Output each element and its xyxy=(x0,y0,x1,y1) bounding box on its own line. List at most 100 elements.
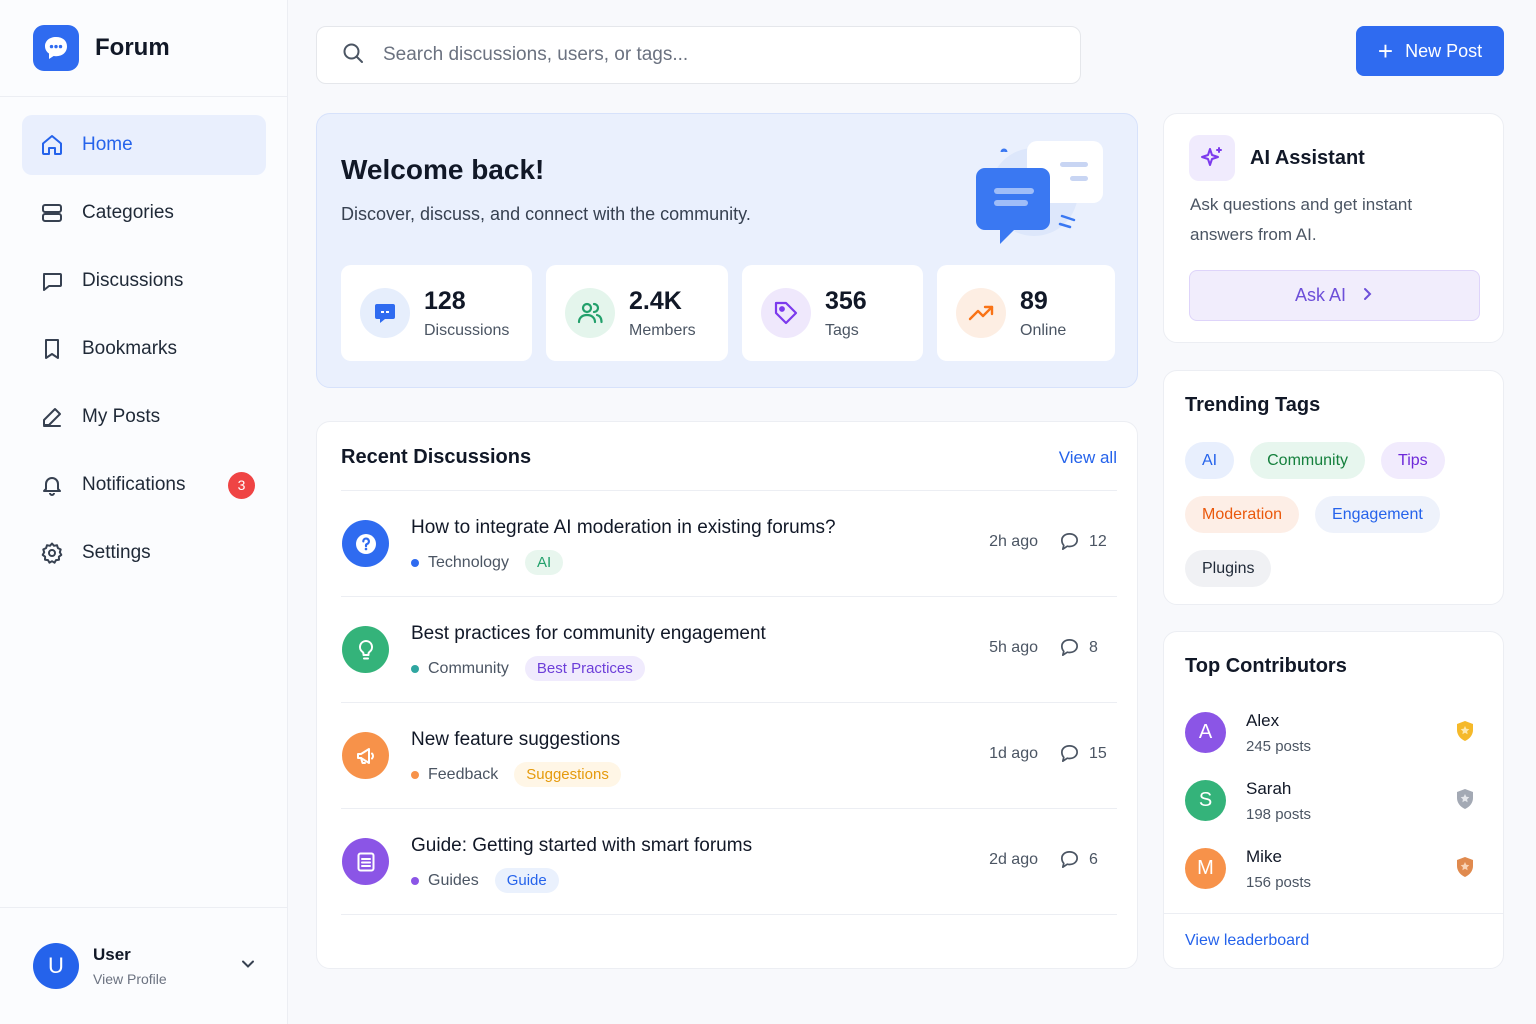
stat-card-online: 89 Online xyxy=(937,265,1115,361)
view-all-link[interactable]: View all xyxy=(1059,448,1117,468)
discussion-title[interactable]: Best practices for community engagement xyxy=(411,623,766,645)
question-icon xyxy=(342,520,389,567)
sidebar-item-settings[interactable]: Settings xyxy=(22,523,266,583)
discussion-time: 5h ago xyxy=(989,639,1038,656)
contributor-list: A Alex 245 posts S Sarah 198 posts M Mik… xyxy=(1185,708,1485,912)
discussion-row[interactable]: New feature suggestions Feedback Suggest… xyxy=(341,703,1117,809)
view-profile-link[interactable]: View Profile xyxy=(93,971,167,987)
search-input[interactable] xyxy=(383,44,1033,66)
sidebar-item-bookmarks[interactable]: Bookmarks xyxy=(22,319,266,379)
discussion-meta: Feedback Suggestions xyxy=(411,762,621,787)
discussion-title[interactable]: Guide: Getting started with smart forums xyxy=(411,835,752,857)
megaphone-icon xyxy=(342,732,389,779)
recent-discussions-card: Recent Discussions View all How to integ… xyxy=(316,421,1138,969)
discussion-category[interactable]: Community xyxy=(428,660,509,678)
sidebar: Forum Home Categories Discussions Bookma… xyxy=(0,0,288,1024)
sidebar-item-label: Notifications xyxy=(82,474,186,495)
chevron-right-icon xyxy=(1360,285,1374,306)
contributor-name[interactable]: Mike xyxy=(1246,847,1282,867)
comment-count: 8 xyxy=(1059,637,1098,658)
ask-ai-button[interactable]: Ask AI xyxy=(1189,270,1480,321)
discussion-title[interactable]: How to integrate AI moderation in existi… xyxy=(411,517,836,539)
comment-count-value: 15 xyxy=(1089,744,1107,762)
chat-illustration-icon xyxy=(972,138,1107,253)
gold-shield-badge-icon xyxy=(1455,720,1475,747)
sidebar-item-my-posts[interactable]: My Posts xyxy=(22,387,266,447)
discussion-title[interactable]: New feature suggestions xyxy=(411,729,620,751)
document-icon xyxy=(342,838,389,885)
welcome-subtitle: Discover, discuss, and connect with the … xyxy=(341,204,751,224)
users-icon xyxy=(565,288,615,338)
categories-icon xyxy=(39,200,65,226)
category-dot xyxy=(411,770,419,779)
discussion-tag[interactable]: Suggestions xyxy=(514,762,621,787)
notification-count-badge: 3 xyxy=(228,471,255,499)
discussion-row[interactable]: Best practices for community engagement … xyxy=(341,597,1117,703)
comment-count: 15 xyxy=(1059,743,1107,764)
top-contributors-card: Top Contributors A Alex 245 posts S Sara… xyxy=(1163,631,1504,969)
sidebar-item-discussions[interactable]: Discussions xyxy=(22,251,266,311)
section-title: Trending Tags xyxy=(1185,394,1321,416)
pen-icon xyxy=(39,404,65,430)
discussion-row[interactable]: How to integrate AI moderation in existi… xyxy=(341,491,1117,597)
ask-ai-label: Ask AI xyxy=(1294,285,1347,305)
brand[interactable]: Forum xyxy=(0,0,287,97)
discussion-row[interactable]: Guide: Getting started with smart forums… xyxy=(341,809,1117,915)
search-icon xyxy=(341,41,365,70)
sidebar-item-label: Discussions xyxy=(82,270,184,291)
sidebar-item-notifications[interactable]: Notifications 3 xyxy=(22,455,266,515)
stat-label: Online xyxy=(1020,321,1067,339)
discussion-category[interactable]: Technology xyxy=(428,554,509,572)
stat-label: Members xyxy=(629,321,696,339)
welcome-banner: Welcome back! Discover, discuss, and con… xyxy=(316,113,1138,388)
contributor-row[interactable]: M Mike 156 posts xyxy=(1185,844,1485,912)
stat-value: 89 xyxy=(1020,286,1048,315)
discussion-category[interactable]: Feedback xyxy=(428,766,498,784)
home-icon xyxy=(39,132,65,158)
ai-assistant-card: AI Assistant Ask questions and get insta… xyxy=(1163,113,1504,343)
new-post-label: New Post xyxy=(1405,40,1483,61)
contributor-row[interactable]: A Alex 245 posts xyxy=(1185,708,1485,776)
tag-moderation[interactable]: Moderation xyxy=(1185,496,1300,533)
new-post-button[interactable]: + New Post xyxy=(1356,26,1504,76)
tag-plugins[interactable]: Plugins xyxy=(1185,550,1272,587)
user-meta: User View Profile xyxy=(93,945,167,987)
tag-tips[interactable]: Tips xyxy=(1381,442,1445,479)
discussion-time: 2h ago xyxy=(989,533,1038,550)
discussion-tag[interactable]: Best Practices xyxy=(524,656,645,681)
avatar: M xyxy=(1185,848,1226,889)
stat-value: 128 xyxy=(424,286,466,315)
bell-icon xyxy=(39,472,65,498)
chat-icon xyxy=(360,288,410,338)
discussion-tag[interactable]: Guide xyxy=(494,868,559,893)
forum-logo-icon xyxy=(33,25,79,71)
contributor-name[interactable]: Sarah xyxy=(1246,779,1291,799)
sidebar-item-label: Categories xyxy=(82,202,174,223)
tag-icon xyxy=(761,288,811,338)
discussion-tag[interactable]: AI xyxy=(524,550,564,575)
comment-count: 12 xyxy=(1059,531,1107,552)
silver-shield-badge-icon xyxy=(1455,788,1475,815)
tag-list: AI Community Tips Moderation Engagement … xyxy=(1185,442,1485,587)
tag-community[interactable]: Community xyxy=(1250,442,1366,479)
category-dot xyxy=(411,558,419,567)
contributor-name[interactable]: Alex xyxy=(1246,711,1279,731)
bookmark-icon xyxy=(39,336,65,362)
sidebar-item-home[interactable]: Home xyxy=(22,115,266,175)
section-title: Recent Discussions xyxy=(341,446,532,468)
section-title: Top Contributors xyxy=(1185,655,1347,677)
stat-label: Discussions xyxy=(424,321,510,339)
view-leaderboard-link[interactable]: View leaderboard xyxy=(1185,932,1309,949)
sidebar-item-categories[interactable]: Categories xyxy=(22,183,266,243)
contributor-row[interactable]: S Sarah 198 posts xyxy=(1185,776,1485,844)
user-profile-menu[interactable]: U User View Profile xyxy=(0,907,287,1024)
chevron-down-icon[interactable] xyxy=(239,955,257,978)
trending-tags-card: Trending Tags AI Community Tips Moderati… xyxy=(1163,370,1504,605)
tag-ai[interactable]: AI xyxy=(1185,442,1235,479)
contributors-footer: View leaderboard xyxy=(1164,913,1503,968)
discussion-time: 2d ago xyxy=(989,851,1038,868)
discussion-category[interactable]: Guides xyxy=(428,872,479,890)
tag-engagement[interactable]: Engagement xyxy=(1315,496,1440,533)
search-bar[interactable] xyxy=(316,26,1081,84)
avatar: A xyxy=(1185,712,1226,753)
